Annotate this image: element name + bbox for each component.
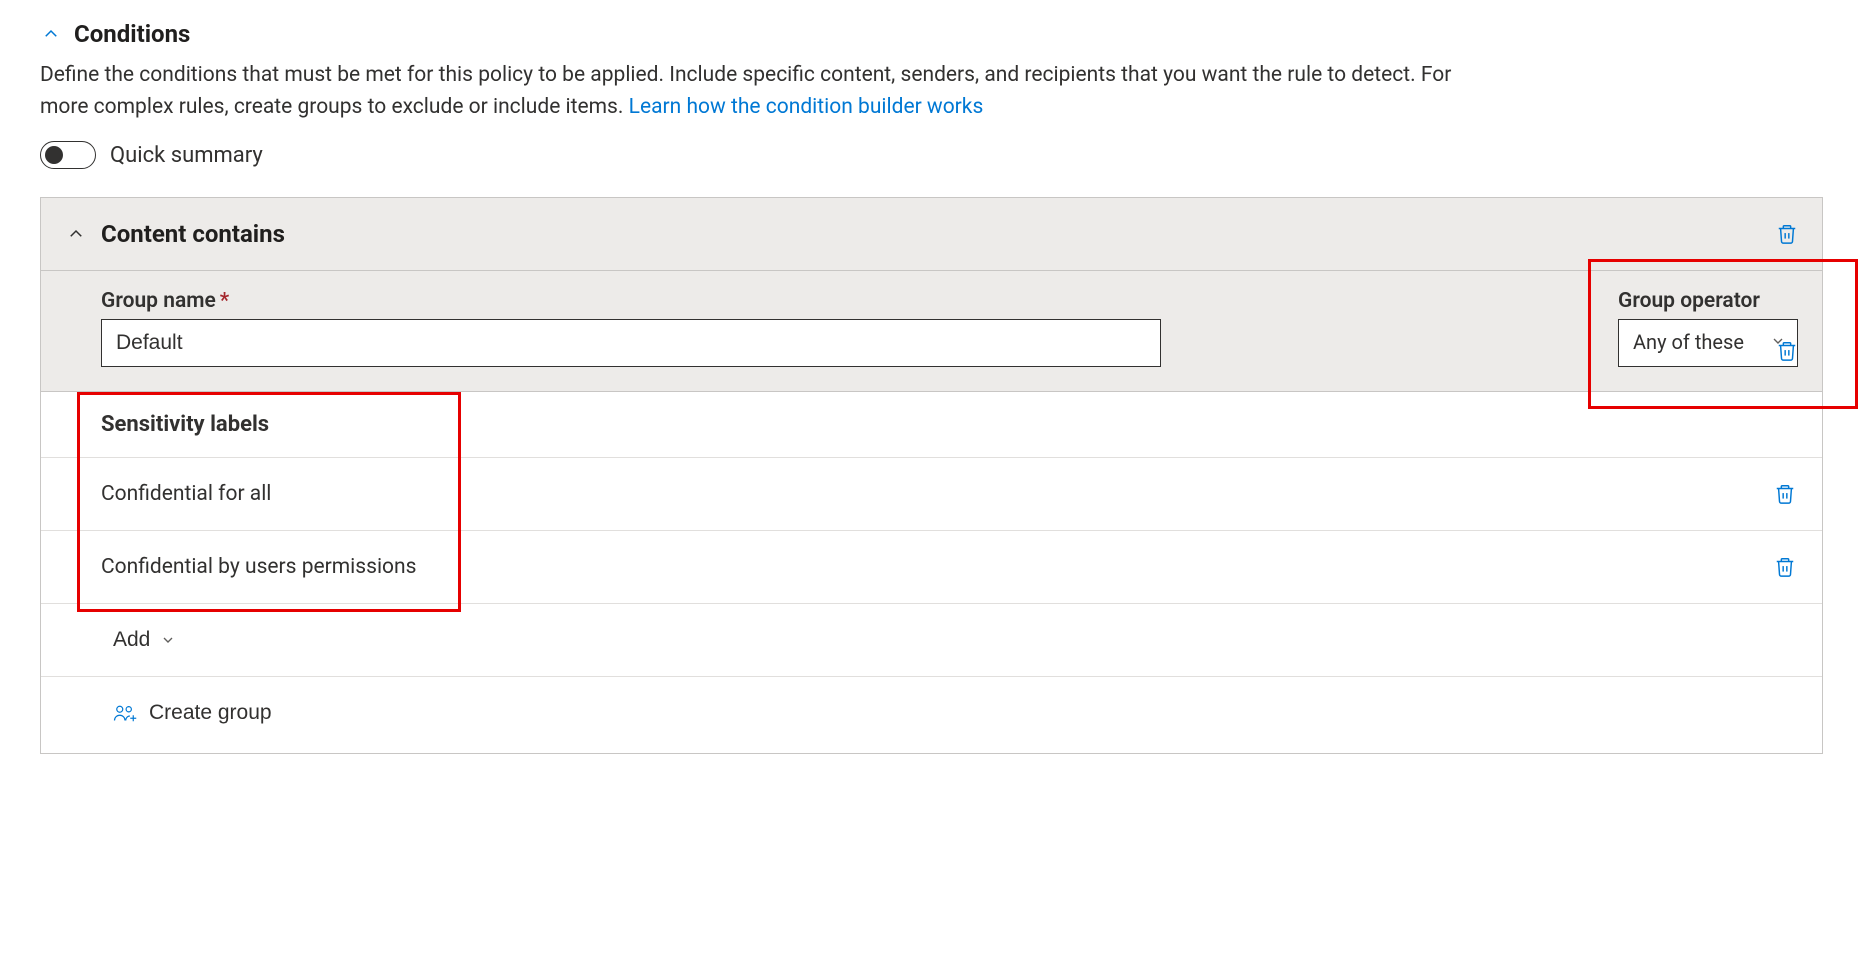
sensitivity-labels-heading: Sensitivity labels [41,392,1822,458]
sensitivity-label-row: Confidential by users permissions [41,531,1822,604]
content-contains-title: Content contains [101,220,285,248]
conditions-description: Define the conditions that must be met f… [40,60,1470,123]
group-operator-select[interactable]: Any of these [1618,319,1798,367]
delete-group-button[interactable] [1774,337,1800,365]
learn-link[interactable]: Learn how the condition builder works [629,95,984,119]
chevron-down-icon [160,632,176,648]
quick-summary-toggle[interactable] [40,141,96,169]
sensitivity-label-row: Confidential for all [41,458,1822,531]
delete-label-button[interactable] [1772,553,1798,581]
delete-label-button[interactable] [1772,480,1798,508]
group-operator-label: Group operator [1618,289,1798,313]
trash-icon [1774,555,1796,579]
sensitivity-label-text: Confidential for all [101,482,271,506]
quick-summary-label: Quick summary [110,143,263,168]
collapse-conditions-icon[interactable] [40,23,62,45]
trash-icon [1776,222,1798,246]
conditions-title: Conditions [74,20,190,48]
delete-condition-button[interactable] [1774,220,1800,248]
content-contains-panel: Content contains Group name* Group opera… [40,197,1823,754]
trash-icon [1774,482,1796,506]
group-name-input[interactable] [101,319,1161,367]
create-group-button[interactable]: Create group [113,701,272,725]
people-add-icon [113,703,137,723]
collapse-content-contains-icon[interactable] [65,223,87,245]
add-button[interactable]: Add [113,628,176,652]
group-name-label: Group name* [101,289,1558,313]
trash-icon [1776,339,1798,363]
sensitivity-label-text: Confidential by users permissions [101,555,416,579]
